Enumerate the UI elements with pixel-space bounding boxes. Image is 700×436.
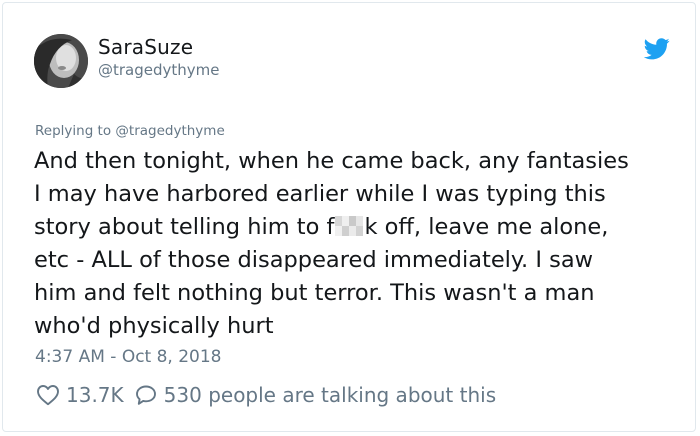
tweet-line: who'd physically hurt	[34, 313, 274, 339]
timestamp[interactable]: 4:37 AM - Oct 8, 2018	[35, 347, 222, 367]
heart-icon[interactable]	[36, 384, 60, 406]
avatar[interactable]	[34, 34, 88, 88]
tweet-line: And then tonight, when he came back, any…	[34, 148, 629, 174]
like-count[interactable]: 13.7K	[66, 383, 124, 407]
talking-count[interactable]: 530 people are talking about this	[164, 383, 496, 407]
display-name[interactable]: SaraSuze	[98, 35, 193, 59]
twitter-bird-icon[interactable]	[643, 38, 670, 60]
tweet-card: SaraSuze @tragedythyme Replying to @trag…	[2, 2, 696, 432]
tweet-line-part: k off, leave me alone,	[364, 214, 609, 240]
tweet-line: etc - ALL of those disappeared immediate…	[34, 247, 594, 273]
tweet-text: And then tonight, when he came back, any…	[34, 145, 684, 343]
speech-bubble-icon[interactable]	[134, 384, 158, 406]
censored-pixelation	[335, 216, 364, 236]
tweet-line-part: story about telling him to f	[34, 214, 335, 240]
user-handle[interactable]: @tragedythyme	[98, 61, 220, 79]
replying-to[interactable]: Replying to @tragedythyme	[35, 123, 225, 139]
tweet-line: I may have harbored earlier while I was …	[34, 181, 606, 207]
tweet-line: story about telling him to f k off, leave…	[34, 211, 684, 244]
tweet-line: him and felt nothing but terror. This wa…	[34, 280, 595, 306]
tweet-actions: 13.7K 530 people are talking about this	[36, 383, 496, 407]
